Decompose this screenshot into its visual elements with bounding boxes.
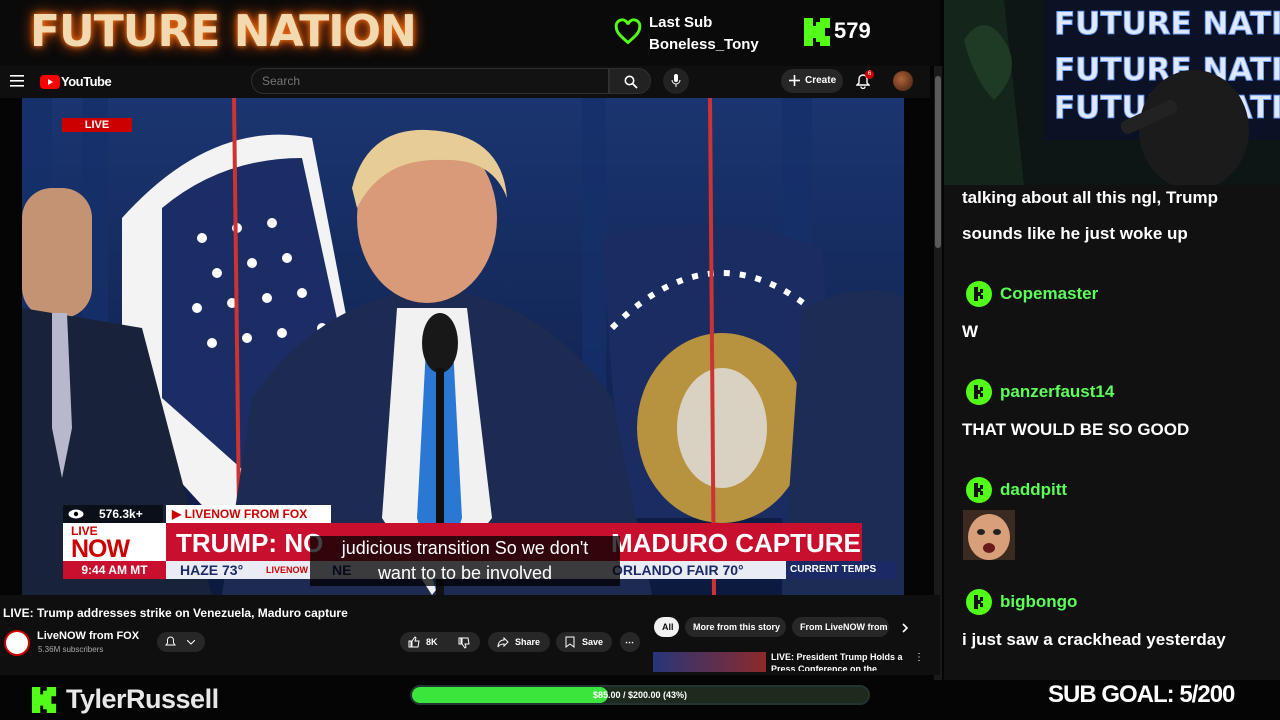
ticker-item-orlando: ORLANDO FAIR 70° [612,562,744,578]
chat-message-text: i just saw a crackhead yesterday [962,630,1226,649]
kick-follower-count: 579 [834,18,871,43]
chevron-right-icon[interactable] [902,623,909,633]
recommended-thumbnail[interactable] [653,652,766,672]
youtube-logo-text[interactable]: YouTube [61,74,112,89]
chat-message-text: talking about all this ngl, Trump [962,188,1218,207]
source-banner: ▶ LIVENOW FROM FOX [166,505,331,523]
search-button[interactable] [609,68,651,94]
dislike-icon[interactable] [458,637,470,649]
kick-icon [804,18,830,46]
channel-name[interactable]: LiveNOW from FOX [37,630,139,642]
caption-line-2: want to to be involved [377,563,553,583]
donation-progress-text: $85.00 / $200.00 (43%) [592,690,688,700]
chip-from-livenow[interactable]: From LiveNOW from [792,617,889,637]
chevron-down-icon [187,640,195,645]
video-caption: judicious transition So we don't want to… [310,536,620,586]
emote-image [963,510,1015,560]
kick-icon [966,589,992,615]
like-count[interactable]: 8K [426,632,438,652]
subscribe-bell-button[interactable] [157,632,205,652]
voice-search-button[interactable] [663,68,689,94]
chat-username[interactable]: daddpitt [1000,480,1067,500]
notification-count: 6 [865,70,874,79]
chip-more-from-story[interactable]: More from this story [685,617,786,637]
youtube-icon[interactable] [40,75,60,89]
chat-message-text: sounds like he just woke up [962,224,1188,243]
viewer-count: 576.3k+ [99,507,143,521]
viewer-count-box: 576.3k+ [63,505,163,523]
video-title: LIVE: Trump addresses strike on Venezuel… [3,606,348,620]
livenow-now: NOW [71,535,130,563]
sub-goal: SUB GOAL: 5/200 [1048,681,1235,708]
subscriber-count: 5.36M subscribers [38,645,104,654]
more-icon: ⋯ [625,637,634,647]
save-icon [565,636,575,648]
share-label: Share [515,637,541,647]
kick-icon [31,687,57,713]
more-button[interactable]: ⋯ [620,632,640,652]
share-button[interactable]: Share [488,632,550,652]
plus-icon [789,75,800,86]
svg-text:FUTURE NATION: FUTURE NATION [1054,6,1280,42]
eye-icon [68,509,84,519]
notifications-button[interactable]: 6 [856,70,874,90]
ticker-brand: LIVENOW [266,565,308,575]
last-sub-panel: Last Sub Boneless_Tony [649,12,759,56]
source-label: LIVENOW FROM FOX [184,507,308,521]
create-label: Create [805,75,837,86]
current-temps-label: CURRENT TEMPS [786,561,896,579]
kick-icon [966,477,992,503]
chat-message-text: THAT WOULD BE SO GOOD [962,420,1190,439]
streamer-name: TylerRussell [66,684,219,714]
chat-username[interactable]: panzerfaust14 [1000,382,1114,402]
like-icon[interactable] [408,636,420,648]
ticker-item-haze: HAZE 73° [180,562,244,578]
time-box: 9:44 AM MT [63,561,166,579]
bell-icon [165,636,176,646]
search-icon [624,75,638,89]
scrollbar-thumb[interactable] [935,76,941,248]
recommended-title[interactable]: LIVE: President Trump Holds a Press Conf… [771,651,906,671]
heart-icon [614,18,642,45]
livenow-logo: LIVE NOW [63,523,166,565]
webcam-feed: FUTURE NATION FUTURE NATION FUTURE NATIO… [944,0,1280,185]
chip-all[interactable]: All [654,617,679,637]
chat-username[interactable]: bigbongo [1000,592,1077,612]
caption-line-1: judicious transition So we don't [341,538,589,558]
create-button[interactable]: Create [781,69,843,93]
save-label: Save [582,637,604,647]
last-sub-label: Last Sub [649,14,713,31]
channel-avatar[interactable] [4,630,30,656]
rec-more-icon[interactable]: ⋮ [914,652,924,663]
webcam-scene: FUTURE NATION FUTURE NATION FUTURE NATIO… [944,0,1280,185]
mic-icon [671,74,681,87]
avatar[interactable] [893,71,913,91]
live-badge: LIVE [62,118,132,132]
like-dislike-group: 8K [400,632,480,652]
kick-icon [966,379,992,405]
last-sub-name: Boneless_Tony [649,36,759,53]
brand-logo: FUTURE NATION [30,6,417,57]
headline-right: MADURO CAPTURE [611,528,861,558]
headline-left: TRUMP: NO [176,528,324,558]
chat-username[interactable]: Copemaster [1000,284,1098,304]
search-input[interactable] [251,68,609,94]
kick-icon [966,281,992,307]
chat-message-text: W [962,322,979,341]
save-button[interactable]: Save [556,632,612,652]
menu-icon[interactable] [10,75,24,87]
share-icon [497,637,509,648]
